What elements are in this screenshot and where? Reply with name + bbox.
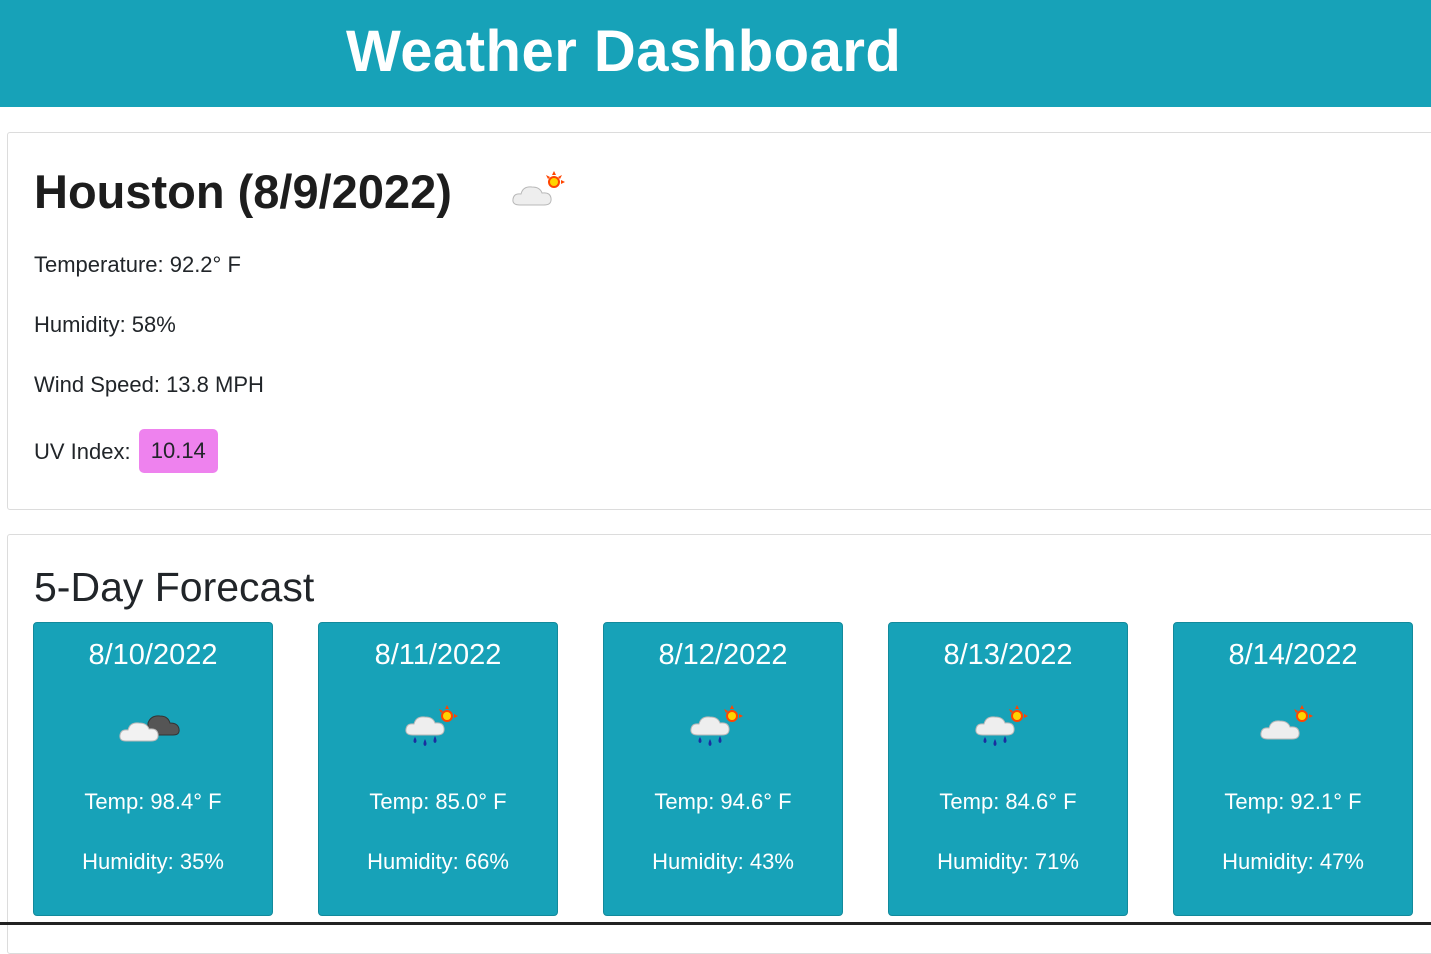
forecast-temp: Temp: 92.1° F <box>1224 789 1362 814</box>
rain-sun-icon <box>688 705 754 749</box>
forecast-day-card: 8/12/2022 Temp: 94.6° F Humidity: 43% <box>603 622 843 916</box>
rain-sun-icon <box>403 705 469 749</box>
forecast-date: 8/11/2022 <box>374 639 502 671</box>
cloudy-icon <box>118 705 184 745</box>
partly-cloudy-sun-icon <box>510 171 572 211</box>
forecast-day-card: 8/11/2022 Temp: 85.0° F Humidity: 66% <box>318 622 558 916</box>
forecast-temp: Temp: 85.0° F <box>369 789 507 814</box>
uv-index-label: UV Index: <box>34 438 131 464</box>
wind-speed-text: Wind Speed: 13.8 MPH <box>34 372 264 397</box>
forecast-title: 5-Day Forecast <box>34 564 315 610</box>
forecast-temp: Temp: 84.6° F <box>939 789 1077 814</box>
forecast-date: 8/12/2022 <box>658 639 788 671</box>
city-title: Houston (8/9/2022) <box>34 165 452 218</box>
temperature-text: Temperature: 92.2° F <box>34 252 241 277</box>
rain-sun-icon <box>973 705 1039 749</box>
forecast-temp: Temp: 94.6° F <box>654 789 792 814</box>
forecast-section: 5-Day Forecast 8/10/2022 Temp: 98.4° F H… <box>7 534 1431 954</box>
forecast-date: 8/10/2022 <box>88 639 218 671</box>
forecast-day-card: 8/14/2022 Temp: 92.1° F Humidity: 47% <box>1173 622 1413 916</box>
uv-index-row: UV Index: 10.14 <box>34 429 218 475</box>
forecast-day-card: 8/10/2022 Temp: 98.4° F Humidity: 35% <box>33 622 273 916</box>
forecast-date: 8/14/2022 <box>1228 639 1358 671</box>
forecast-temp: Temp: 98.4° F <box>84 789 222 814</box>
current-weather-card: Houston (8/9/2022) Temperature: 92.2° F … <box>7 132 1431 510</box>
uv-index-badge: 10.14 <box>138 429 218 473</box>
partly-cloudy-sun-icon <box>1258 705 1324 745</box>
forecast-day-card: 8/13/2022 Temp: 84.6° F Humidity: 71% <box>888 622 1128 916</box>
forecast-humidity: Humidity: 35% <box>82 849 224 874</box>
humidity-text: Humidity: 58% <box>34 312 176 337</box>
forecast-date: 8/13/2022 <box>943 639 1073 671</box>
page-title: Weather Dashboard <box>346 19 902 84</box>
forecast-humidity: Humidity: 47% <box>1222 849 1364 874</box>
forecast-humidity: Humidity: 66% <box>367 849 509 874</box>
forecast-humidity: Humidity: 71% <box>937 849 1079 874</box>
forecast-humidity: Humidity: 43% <box>652 849 794 874</box>
header-bar: Weather Dashboard <box>0 0 1431 107</box>
